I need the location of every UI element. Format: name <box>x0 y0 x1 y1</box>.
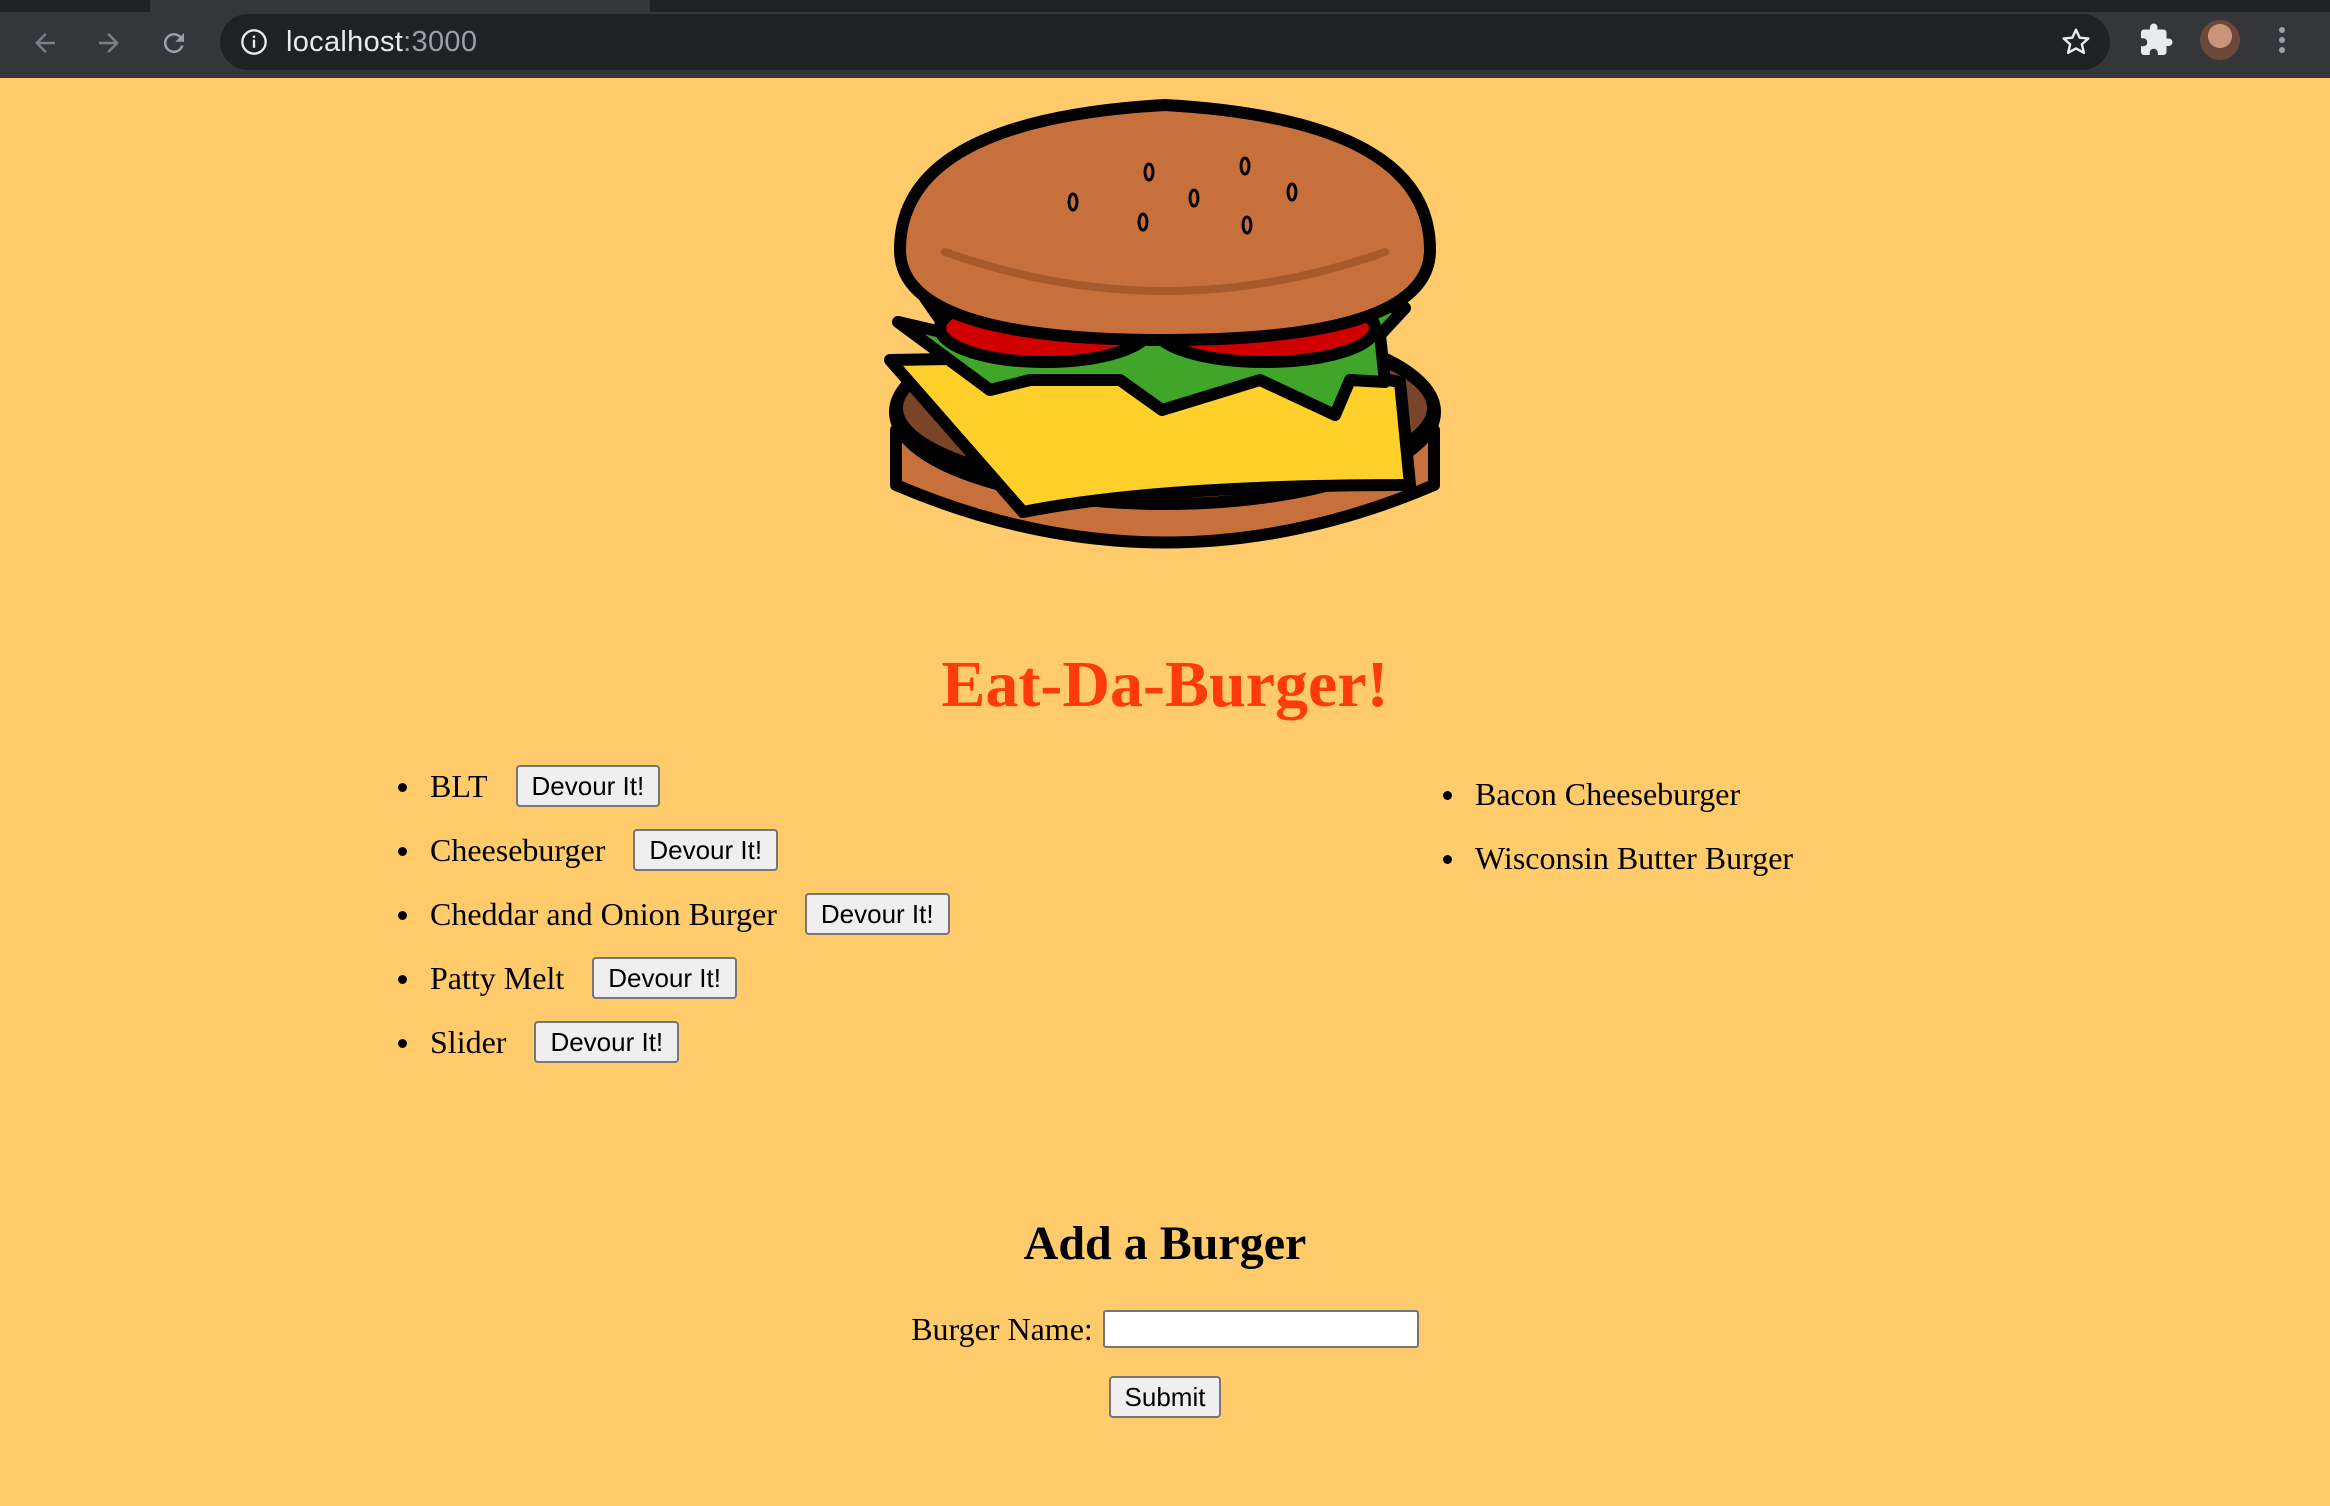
tab-strip <box>0 0 2330 12</box>
devour-button[interactable]: Devour It! <box>534 1021 680 1063</box>
devoured-burgers-list: Bacon Cheeseburger Wisconsin Butter Burg… <box>1443 762 1794 890</box>
list-item: Wisconsin Butter Burger <box>1443 826 1794 890</box>
devour-button[interactable]: Devour It! <box>633 829 779 871</box>
browser-toolbar: localhost:3000 <box>0 0 2330 78</box>
add-burger-heading: Add a Burger <box>1023 1217 1307 1270</box>
list-item: Cheddar and Onion Burger Devour It! <box>398 882 950 946</box>
url-host: localhost <box>286 26 404 58</box>
bullet <box>1443 855 1452 864</box>
active-tab[interactable] <box>150 0 650 12</box>
list-item: Slider Devour It! <box>398 1010 950 1074</box>
star-icon[interactable] <box>2060 26 2092 58</box>
burger-name: Patty Melt <box>430 959 565 996</box>
address-bar[interactable]: localhost:3000 <box>220 14 2110 70</box>
burger-name: Cheeseburger <box>430 831 606 868</box>
arrow-left-icon <box>35 33 55 53</box>
arrow-right-icon <box>99 33 119 53</box>
submit-row: Submit <box>0 1376 2330 1418</box>
burger-name: Cheddar and Onion Burger <box>430 895 777 932</box>
burger-logo-image <box>884 99 1441 549</box>
add-burger-form: Burger Name: <box>0 1310 2330 1348</box>
burger-name: BLT <box>430 767 488 804</box>
burgers-to-devour-list: BLT Devour It! Cheeseburger Devour It! Che… <box>398 754 950 1074</box>
burger-name: Bacon Cheeseburger <box>1475 775 1741 812</box>
list-item: Cheeseburger Devour It! <box>398 818 950 882</box>
burger-name-input[interactable] <box>1102 1310 1419 1348</box>
page-title: Eat-Da-Burger! <box>941 648 1389 721</box>
burger-name-label: Burger Name: <box>911 1310 1093 1347</box>
kebab-menu-icon[interactable] <box>2272 24 2292 58</box>
extensions-puzzle-icon[interactable] <box>2138 22 2174 58</box>
burger-name: Wisconsin Butter Burger <box>1475 839 1794 876</box>
bullet <box>398 975 407 984</box>
reload-icon <box>163 33 184 54</box>
bullet <box>398 783 407 792</box>
submit-button[interactable]: Submit <box>1108 1376 1222 1418</box>
forward-button[interactable] <box>86 20 132 66</box>
list-item: BLT Devour It! <box>398 754 950 818</box>
devour-button[interactable]: Devour It! <box>592 957 737 999</box>
list-item: Bacon Cheeseburger <box>1443 762 1793 826</box>
burger-name: Slider <box>430 1023 507 1060</box>
profile-avatar[interactable] <box>2200 20 2240 60</box>
devour-button[interactable]: Devour It! <box>515 765 661 807</box>
bullet <box>398 911 407 920</box>
bullet <box>1443 791 1452 800</box>
info-icon[interactable] <box>240 28 268 56</box>
url-text: localhost:3000 <box>286 26 477 58</box>
back-button[interactable] <box>22 20 68 66</box>
list-item: Patty Melt Devour It! <box>398 946 950 1010</box>
reload-button[interactable] <box>151 20 197 66</box>
bullet <box>398 847 407 856</box>
url-port: :3000 <box>403 26 478 58</box>
devour-button[interactable]: Devour It! <box>804 893 950 935</box>
bullet <box>398 1039 407 1048</box>
